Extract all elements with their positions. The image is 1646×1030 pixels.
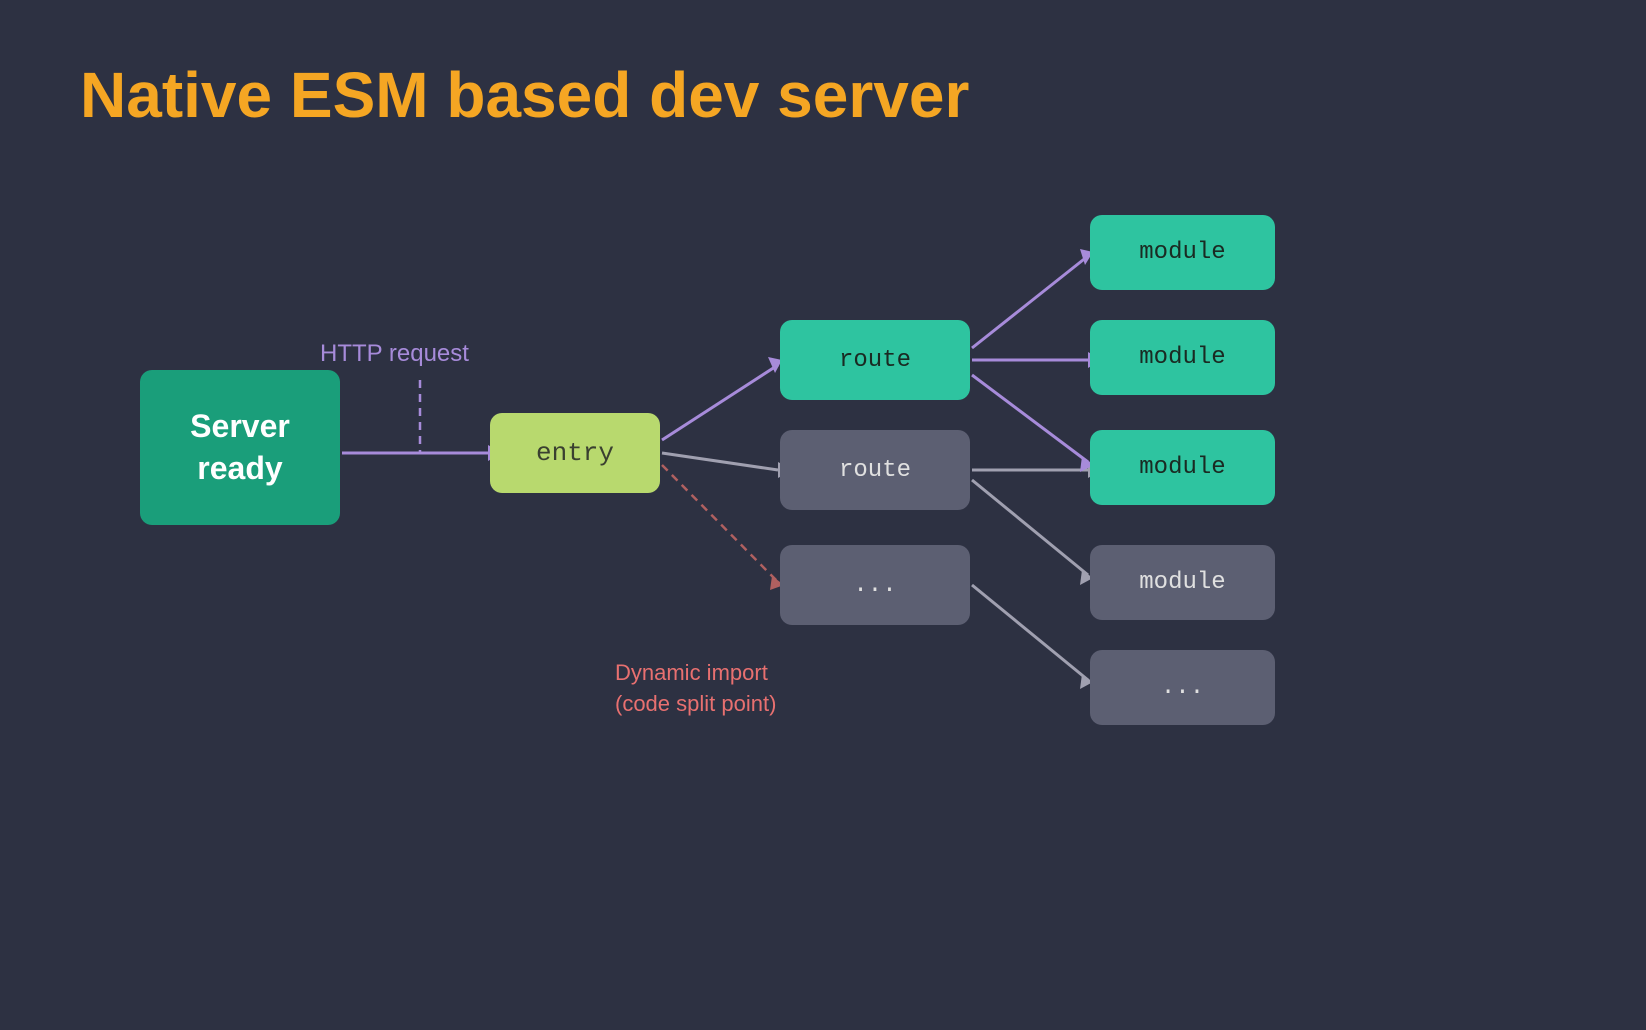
module-gray-1-box: module — [1090, 545, 1275, 620]
route-dots-box: ... — [780, 545, 970, 625]
module-3-label: module — [1139, 454, 1225, 481]
server-ready-label: Serverready — [190, 406, 290, 489]
module-3-box: module — [1090, 430, 1275, 505]
entry-label: entry — [536, 438, 614, 468]
route-green-label: route — [839, 347, 911, 374]
http-request-label: HTTP request — [320, 340, 469, 368]
slide-title: Native ESM based dev server — [80, 60, 1566, 130]
route-dots-label: ... — [853, 572, 896, 599]
module-2-label: module — [1139, 344, 1225, 371]
slide: Native ESM based dev server — [0, 0, 1646, 1030]
route-gray-label: route — [839, 457, 911, 484]
server-ready-box: Serverready — [140, 370, 340, 525]
dynamic-import-label: Dynamic import(code split point) — [615, 658, 776, 720]
module-1-box: module — [1090, 215, 1275, 290]
module-gray-2-box: ... — [1090, 650, 1275, 725]
route-gray-box: route — [780, 430, 970, 510]
module-gray-1-label: module — [1139, 569, 1225, 596]
route-green-box: route — [780, 320, 970, 400]
entry-box: entry — [490, 413, 660, 493]
module-gray-2-label: ... — [1161, 674, 1204, 701]
dynamic-import-text: Dynamic import(code split point) — [615, 660, 776, 716]
module-1-label: module — [1139, 239, 1225, 266]
module-2-box: module — [1090, 320, 1275, 395]
